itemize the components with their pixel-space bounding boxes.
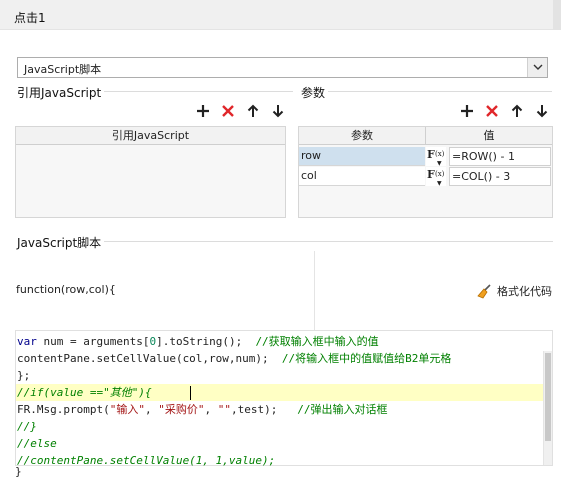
text-cursor: [190, 386, 191, 400]
code-token: "采购价": [158, 403, 205, 416]
arrow-up-icon[interactable]: [245, 103, 261, 119]
window-title: 点击1: [14, 11, 46, 25]
code-token: //获取输入框中输入的值: [255, 335, 379, 348]
param-name-cell[interactable]: row: [299, 147, 425, 166]
code-line: //else: [17, 435, 451, 452]
params-name-header: 参数: [299, 127, 425, 145]
ref-js-toolbar: [195, 103, 286, 119]
formula-icon[interactable]: F (x) ▼: [426, 167, 446, 187]
ref-js-table[interactable]: 引用JavaScript: [15, 126, 286, 218]
function-closing-brace: }: [15, 465, 22, 478]
plus-icon[interactable]: [459, 103, 475, 119]
params-divider: [328, 91, 552, 92]
formula-icon[interactable]: F (x) ▼: [426, 147, 446, 167]
code-text: var num = arguments[0].toString(); //获取输…: [17, 333, 451, 469]
code-token: ,test);: [230, 403, 298, 416]
ref-js-title: 引用JavaScript: [17, 84, 105, 101]
params-table[interactable]: 参数 值 row F (x) ▼ =ROW() - 1 col F (x) ▼ =COL…: [298, 126, 553, 218]
code-token: var: [17, 335, 37, 348]
code-token: num = arguments[: [36, 335, 150, 348]
code-line: //}: [17, 418, 451, 435]
code-token: "输入": [109, 403, 145, 416]
code-line: var num = arguments[0].toString(); //获取输…: [17, 333, 451, 350]
params-title: 参数: [301, 84, 329, 101]
code-token: FR.Msg.prompt(: [17, 403, 110, 416]
code-token: ,: [144, 403, 159, 416]
code-line: //if(value =="其他"){: [17, 384, 451, 401]
function-signature: function(row,col){: [16, 283, 116, 296]
plus-icon[interactable]: [195, 103, 211, 119]
param-value-cell[interactable]: =ROW() - 1: [449, 147, 551, 166]
delete-x-icon[interactable]: [220, 103, 236, 119]
chevron-down-icon[interactable]: [527, 58, 547, 77]
code-token: //contentPane.setCellValue(1, 1,value);: [17, 454, 276, 467]
broom-icon: [477, 284, 491, 299]
code-token: contentPane.setCellValue(col,row,num);: [17, 352, 282, 365]
code-token: "": [217, 403, 231, 416]
title-bar-edge: [553, 0, 561, 30]
code-token: //if(value =="其他"){: [17, 386, 152, 399]
js-section-title: JavaScript脚本: [17, 234, 105, 251]
param-name-cell[interactable]: col: [299, 167, 425, 186]
code-line: FR.Msg.prompt("输入", "采购价", "",test); //弹…: [17, 401, 451, 418]
ref-js-divider: [96, 91, 293, 92]
ref-js-column-header: 引用JavaScript: [16, 127, 285, 145]
delete-x-icon[interactable]: [484, 103, 500, 119]
js-section-divider: [96, 241, 553, 242]
scrollbar-thumb[interactable]: [545, 353, 551, 441]
code-token: //弹出输入对话框: [297, 403, 388, 416]
code-line: //contentPane.setCellValue(1, 1,value);: [17, 452, 451, 469]
code-token: ].toString();: [156, 335, 256, 348]
arrow-down-icon[interactable]: [534, 103, 550, 119]
title-bar: 点击1: [0, 0, 561, 30]
code-token: //将输入框中的值赋值给B2单元格: [281, 352, 452, 365]
format-code-label: 格式化代码: [497, 285, 552, 298]
params-toolbar: [459, 103, 550, 119]
code-token: //else: [17, 437, 57, 450]
code-editor[interactable]: var num = arguments[0].toString(); //获取输…: [15, 330, 553, 469]
script-type-select[interactable]: JavaScript脚本: [17, 57, 548, 78]
params-header-divider: [425, 127, 426, 145]
script-type-value: JavaScript脚本: [24, 63, 102, 76]
code-line: };: [17, 367, 451, 384]
arrow-down-icon[interactable]: [270, 103, 286, 119]
arrow-up-icon[interactable]: [509, 103, 525, 119]
code-line: contentPane.setCellValue(col,row,num); /…: [17, 350, 451, 367]
format-code-button[interactable]: 格式化代码: [477, 283, 552, 299]
code-token: ,: [204, 403, 218, 416]
editor-scrollbar[interactable]: [543, 351, 552, 465]
param-value-cell[interactable]: =COL() - 3: [449, 167, 551, 186]
params-value-header: 值: [426, 127, 552, 145]
code-token: //}: [17, 420, 37, 433]
code-token: };: [17, 369, 31, 382]
